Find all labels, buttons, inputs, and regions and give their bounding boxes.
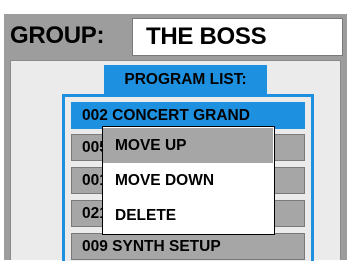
group-name-field[interactable]: THE BOSS <box>132 18 343 56</box>
program-item[interactable]: 002 CONCERT GRAND <box>71 102 305 129</box>
context-menu: MOVE UP MOVE DOWN DELETE <box>102 126 275 235</box>
group-name: THE BOSS <box>146 23 267 50</box>
group-header: GROUP: THE BOSS <box>4 14 347 58</box>
device-screen: GROUP: THE BOSS PROGRAM LIST: 002 CONCER… <box>4 14 347 261</box>
program-list-title: PROGRAM LIST: <box>104 65 267 94</box>
group-label: GROUP: <box>10 22 105 49</box>
program-item[interactable]: 009 SYNTH SETUP <box>71 233 305 260</box>
menu-item-delete[interactable]: DELETE <box>103 198 273 233</box>
menu-item-move-down[interactable]: MOVE DOWN <box>103 163 273 198</box>
menu-item-move-up[interactable]: MOVE UP <box>103 128 273 163</box>
